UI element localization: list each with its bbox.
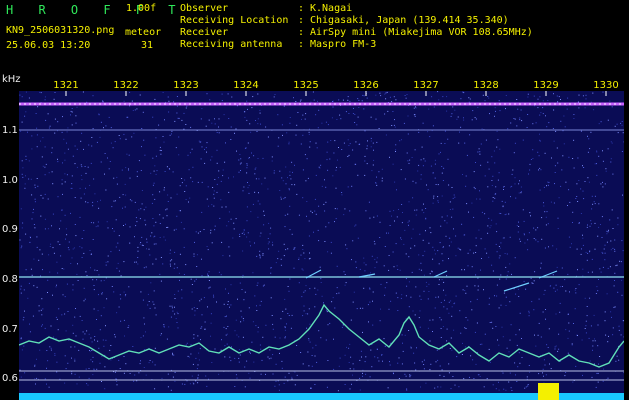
x-tick-label: 1324 — [233, 80, 259, 91]
y-tick-label: 0.9 — [2, 224, 18, 235]
y-axis-unit: kHz — [2, 74, 21, 85]
observer-value: K.Nagai — [310, 3, 353, 14]
power-peak — [538, 383, 559, 400]
x-tick-label: 1323 — [173, 80, 199, 91]
noise-speckle — [19, 91, 624, 392]
receiver-colon: : — [298, 27, 305, 38]
minute-ticks — [65, 91, 607, 96]
x-tick-label: 1329 — [533, 80, 559, 91]
x-tick-label: 1328 — [473, 80, 499, 91]
antenna-label: Receiving antenna — [180, 39, 283, 50]
meteor-streaks — [305, 269, 558, 292]
receiver-label: Receiver — [180, 27, 229, 38]
app-title: H R O F F T — [6, 3, 185, 17]
power-bar — [19, 393, 624, 400]
receiver-value: AirSpy mini (Miakejima VOR 108.65MHz) — [310, 27, 533, 38]
observer-colon: : — [298, 3, 305, 14]
version-label: 1.00f — [126, 3, 157, 14]
x-tick-label: 1325 — [293, 80, 319, 91]
y-tick-label: 1.1 — [2, 125, 18, 136]
location-value: Chigasaki, Japan (139.414 35.340) — [310, 15, 509, 26]
antenna-colon: : — [298, 39, 305, 50]
filename-label: KN9_2506031320.png — [6, 25, 115, 36]
hroft-viewer-window: { "header": { "app_title": "H R O F F T"… — [0, 0, 629, 400]
x-tick-label: 1330 — [593, 80, 619, 91]
meteor-count: 31 — [141, 40, 154, 51]
observer-label: Observer — [180, 3, 229, 14]
location-label: Receiving Location — [180, 15, 289, 26]
y-tick-label: 0.7 — [2, 324, 18, 335]
spectrogram-overlay — [19, 91, 624, 400]
y-tick-label: 1.0 — [2, 175, 18, 186]
x-tick-label: 1327 — [413, 80, 439, 91]
y-tick-label: 0.6 — [2, 373, 18, 384]
x-tick-label: 1326 — [353, 80, 379, 91]
meteor-label: meteor — [125, 27, 162, 38]
x-tick-label: 1322 — [113, 80, 139, 91]
antenna-value: Maspro FM-3 — [310, 39, 377, 50]
datetime-label: 25.06.03 13:20 — [6, 40, 91, 51]
x-tick-label: 1321 — [53, 80, 79, 91]
doppler-trace — [19, 303, 624, 368]
y-tick-label: 0.8 — [2, 274, 18, 285]
location-colon: : — [298, 15, 305, 26]
